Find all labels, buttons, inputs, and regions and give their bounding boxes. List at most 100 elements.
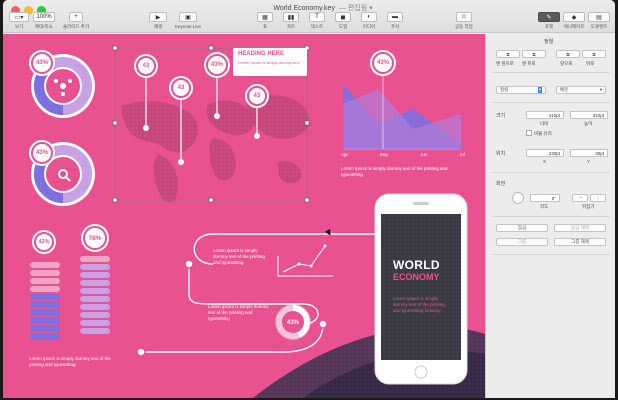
text-button[interactable]: T 텍스트 — [309, 12, 325, 30]
collaborate-label: 공동 작업 — [455, 24, 473, 29]
animate-tab[interactable]: ◆ 애니메이트 — [563, 12, 585, 30]
phone-title-economy: ECONOMY — [393, 272, 440, 282]
send-to-back-button[interactable]: ⧉ — [522, 50, 546, 58]
flip-vertical-button[interactable]: ↑ — [590, 194, 606, 202]
height-field[interactable]: 322pt — [570, 111, 608, 119]
area-series-1 — [343, 89, 461, 149]
ungroup-button[interactable]: 그룹 해제 — [554, 238, 606, 246]
add-slide-button[interactable]: + 슬라이드 추가 — [63, 12, 89, 30]
angle-field[interactable]: 0° — [530, 194, 560, 202]
chart-button[interactable]: ▮▮ 차트 — [283, 12, 299, 30]
format-label: 포맷 — [544, 24, 554, 29]
document-edited-status: — 편집됨 ▾ — [338, 5, 373, 12]
view-label: 보기 — [14, 24, 24, 29]
document-icon: ▤ — [588, 12, 610, 22]
width-sublabel: 너비 — [540, 121, 549, 126]
format-brush-icon: ✎ — [538, 12, 560, 22]
shape-button[interactable]: ◼ 도형 — [335, 12, 351, 30]
divider — [492, 216, 610, 217]
flip-sublabel: 뒤집기 — [582, 204, 595, 209]
media-button[interactable]: ◐ 미디어 — [361, 12, 377, 30]
send-backward-button[interactable]: ⧉ — [582, 50, 606, 58]
document-title-text: World Economy.key — [273, 5, 335, 12]
angle-sublabel: 각도 — [540, 204, 549, 209]
document-label: 도큐멘트 — [590, 24, 608, 29]
chart-icon: ▮▮ — [283, 12, 299, 22]
zoom-menu-button[interactable]: 100% 확대/축소 — [33, 12, 55, 30]
back-label: 맨 뒤로 — [522, 61, 536, 66]
area-x-label-1: Apr — [341, 152, 349, 157]
flip-horizontal-button[interactable]: ➝ — [572, 194, 588, 202]
map-body-text: Lorem Ipsum is simply dummy text — [238, 60, 300, 65]
donut2-percent: 43% — [31, 142, 53, 164]
bring-to-front-button[interactable]: ⧉ — [496, 50, 520, 58]
width-field[interactable]: 410pt — [526, 111, 564, 119]
distribute-select[interactable]: 배분 ▾ — [556, 86, 606, 94]
world-map — [121, 94, 310, 203]
bring-forward-button[interactable]: ⧉ — [556, 50, 580, 58]
flow-text-2: Lorem ipsum is simply dummy text of the … — [208, 304, 269, 321]
keynote-window: World Economy.key — 편집됨 ▾ ▭▾ 보기 100% 확대/… — [3, 0, 615, 398]
chart-label: 차트 — [286, 24, 296, 29]
divider — [492, 172, 610, 173]
group-button[interactable]: 그룹 — [496, 238, 548, 246]
area-chart — [343, 74, 461, 150]
height-sublabel: 높이 — [584, 121, 593, 126]
map-pin-4: 43 — [247, 86, 267, 106]
map-heading: HEADING HERE — [238, 51, 285, 57]
area-x-label-4: Jul — [459, 152, 465, 157]
bar2-percent: 78% — [83, 226, 107, 250]
keynote-live-button[interactable]: ▣ Keynote Live — [175, 12, 201, 29]
constrain-checkbox[interactable] — [526, 130, 532, 136]
format-tab[interactable]: ✎ 포맷 — [538, 12, 560, 30]
comment-button[interactable]: ▬ 주석 — [387, 12, 403, 30]
shape-label: 도형 — [338, 24, 348, 29]
divider — [492, 102, 610, 103]
play-button[interactable]: ▶ 재생 — [149, 12, 167, 30]
align-select[interactable]: 정렬 ▾ — [496, 86, 546, 94]
rotate-dial[interactable] — [512, 192, 524, 204]
view-menu-button[interactable]: ▭▾ 보기 — [9, 12, 29, 30]
comment-label: 주석 — [390, 24, 400, 29]
media-icon: ◐ — [361, 12, 377, 22]
size-label: 크기 — [496, 113, 506, 119]
donut1-percent: 43% — [31, 52, 53, 74]
arrange-title: 정렬 — [544, 39, 554, 45]
text-label: 텍스트 — [310, 24, 324, 29]
y-field[interactable]: 30pt — [570, 149, 608, 157]
x-field[interactable]: 230pt — [526, 149, 564, 157]
collaborate-icon: ☺ — [455, 12, 472, 22]
mini-line-chart — [277, 245, 333, 277]
table-icon: ▦ — [257, 12, 273, 22]
area-x-label-2: May — [379, 152, 389, 157]
table-button[interactable]: ▦ 표 — [257, 12, 273, 30]
front-label: 맨 앞으로 — [496, 61, 514, 66]
play-icon: ▶ — [149, 12, 167, 22]
keynote-live-icon: ▣ — [179, 12, 198, 22]
chevron-down-icon: ▾ — [599, 87, 602, 92]
phone-mockup — [374, 193, 468, 385]
slide-canvas[interactable]: 43% 43% 43% 78% 43 43 43% 43 43% 43% HEA… — [3, 34, 485, 398]
align-label: 정렬 — [500, 87, 509, 92]
document-tab[interactable]: ▤ 도큐멘트 — [588, 12, 610, 30]
forward-label: 앞으로 — [560, 61, 573, 66]
phone-title-world: WORLD — [393, 258, 440, 272]
animate-icon: ◆ — [563, 12, 585, 22]
chevron-down-icon: ▾ — [537, 87, 542, 93]
animate-label: 애니메이트 — [563, 24, 585, 29]
collaborate-button[interactable]: ☺ 공동 작업 — [455, 12, 473, 30]
shape-icon: ◼ — [335, 12, 351, 22]
bar1-percent: 43% — [34, 232, 54, 252]
x-sublabel: X — [543, 159, 547, 164]
flow-percent: 43% — [286, 320, 299, 326]
distribute-label: 배분 — [560, 87, 569, 92]
map-pin-3: 43% — [206, 54, 228, 76]
y-sublabel: Y — [587, 159, 591, 164]
lock-button[interactable]: 잠금 — [496, 224, 548, 232]
unlock-button[interactable]: 잠금 해제 — [554, 224, 606, 232]
backward-label: 뒤로 — [586, 61, 595, 66]
add-slide-label: 슬라이드 추가 — [63, 24, 90, 29]
bar-stack-2 — [80, 256, 110, 334]
divider — [492, 254, 610, 255]
area-caption: Lorem Ipsum is simply dummy text of the … — [341, 166, 448, 177]
